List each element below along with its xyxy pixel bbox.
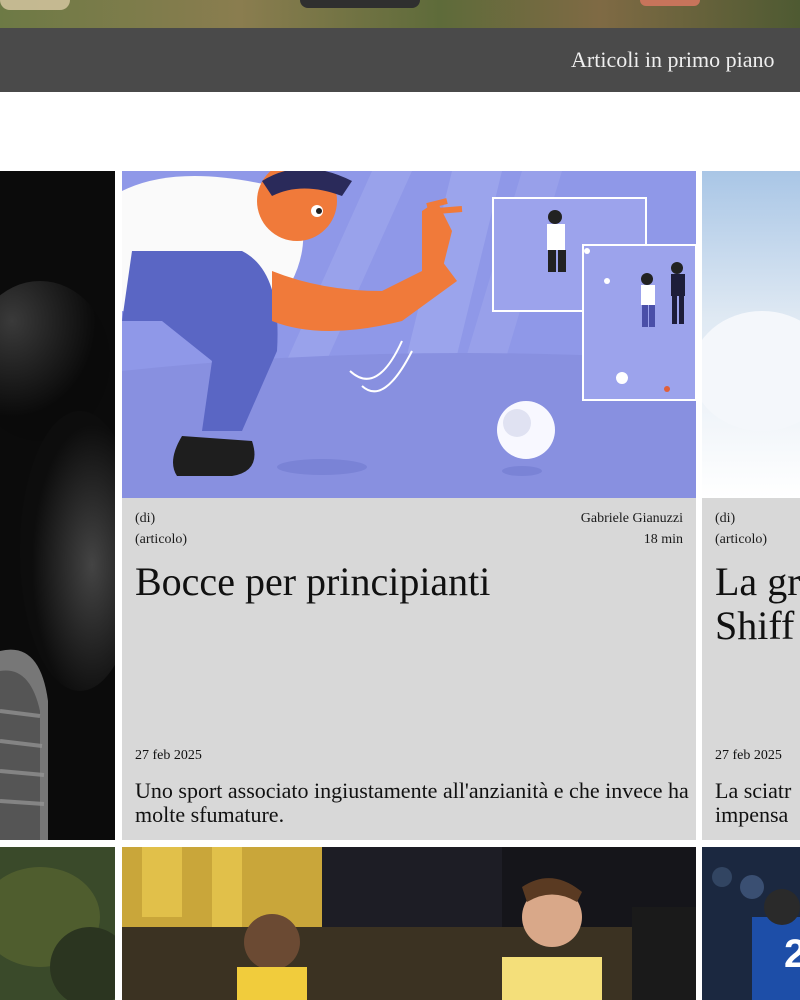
featured-articles-link[interactable]: Articoli in primo piano bbox=[571, 47, 774, 73]
featured-bar: Articoli in primo piano bbox=[0, 28, 800, 92]
bw-portrait-image bbox=[0, 171, 115, 840]
article-summary-line1: La sciatr bbox=[715, 778, 792, 803]
article-card-bocce[interactable]: (di) (articolo) Gabriele Gianuzzi 18 min… bbox=[122, 171, 696, 840]
article-title-line2[interactable]: Shiff bbox=[715, 605, 794, 647]
article-summary-line2: impensa bbox=[715, 802, 789, 827]
article-card-bottom-left[interactable] bbox=[0, 847, 115, 1000]
article-author-prefix: (di) bbox=[715, 511, 736, 526]
bocce-player-illustration bbox=[122, 171, 696, 498]
hero-image-strip bbox=[0, 0, 800, 28]
article-card-left[interactable] bbox=[0, 171, 115, 840]
article-author-prefix: (di) bbox=[135, 511, 156, 526]
article-card-bottom-right[interactable]: 2 bbox=[702, 847, 800, 1000]
article-kind: (articolo) bbox=[715, 532, 768, 547]
basketball-photo[interactable] bbox=[122, 847, 696, 1000]
article-kind: (articolo) bbox=[135, 532, 188, 547]
article-read-time: 18 min bbox=[643, 532, 683, 547]
article-author[interactable]: Gabriele Gianuzzi bbox=[581, 509, 683, 529]
article-summary: Uno sport associato ingiustamente all'an… bbox=[135, 778, 689, 827]
article-title[interactable]: Bocce per principianti bbox=[135, 561, 490, 603]
sky-image bbox=[702, 171, 800, 498]
svg-text:2: 2 bbox=[784, 932, 800, 976]
article-date: 27 feb 2025 bbox=[135, 748, 202, 763]
article-date: 27 feb 2025 bbox=[715, 748, 782, 763]
article-card-right[interactable]: (di) (articolo) La gr Shiff 27 feb 2025 … bbox=[702, 171, 800, 840]
article-title-line1[interactable]: La gr bbox=[715, 561, 800, 603]
